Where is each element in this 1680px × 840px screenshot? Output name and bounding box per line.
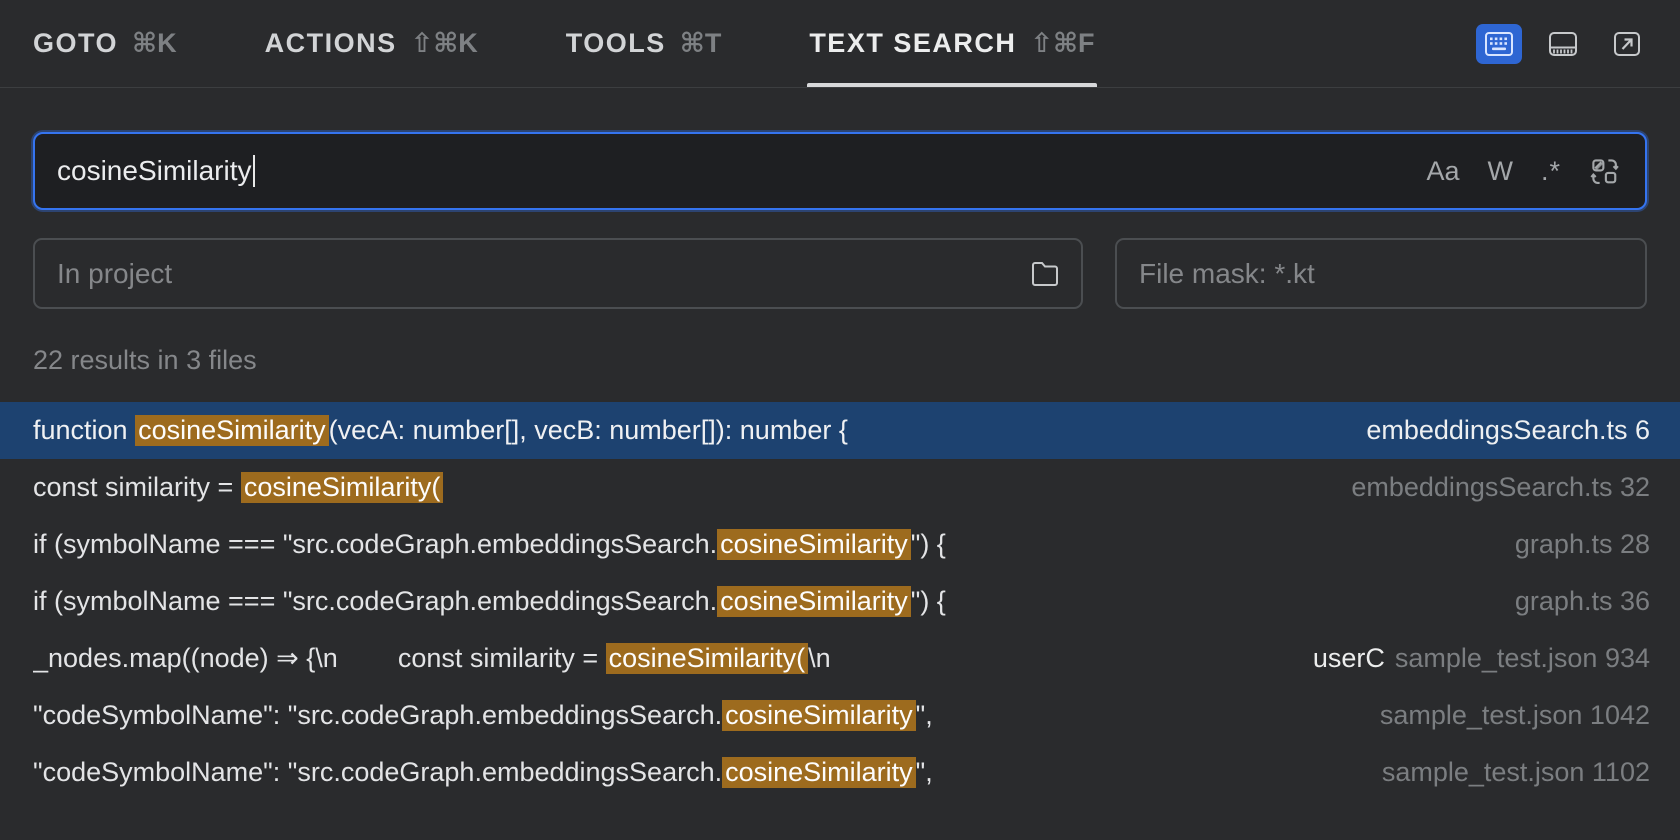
search-query: cosineSimilarity [57, 155, 252, 187]
result-location: embeddingsSearch.ts 6 [1366, 415, 1650, 446]
tab-label: ACTIONS [265, 28, 397, 59]
match-highlight: cosineSimilarity [722, 700, 916, 731]
results-summary: 22 results in 3 files [0, 309, 1680, 376]
result-file-line: sample_test.json 934 [1395, 643, 1650, 674]
result-text: if (symbolName === "src.codeGraph.embedd… [33, 529, 946, 560]
whole-words-toggle[interactable]: W [1488, 156, 1513, 187]
result-location: graph.ts 28 [1515, 529, 1650, 560]
match-highlight: cosineSimilarity [722, 757, 916, 788]
result-text: "codeSymbolName": "src.codeGraph.embeddi… [33, 700, 933, 731]
match-case-toggle[interactable]: Aa [1426, 156, 1459, 187]
tab-shortcut: ⌘T [680, 28, 722, 59]
result-text: if (symbolName === "src.codeGraph.embedd… [33, 586, 946, 617]
touchbar-icon[interactable] [1540, 24, 1586, 64]
file-mask-input[interactable]: File mask: *.kt [1115, 238, 1647, 309]
result-text: function cosineSimilarity(vecA: number[]… [33, 415, 848, 446]
result-location: sample_test.json 1102 [1382, 757, 1650, 788]
text-caret [253, 155, 255, 187]
open-in-window-icon[interactable] [1604, 24, 1650, 64]
results-list: function cosineSimilarity(vecA: number[]… [0, 402, 1680, 801]
result-location: sample_test.json 1042 [1380, 700, 1650, 731]
result-file-line: sample_test.json 1102 [1382, 757, 1650, 788]
result-row[interactable]: function cosineSimilarity(vecA: number[]… [0, 402, 1680, 459]
scope-input[interactable]: In project [33, 238, 1083, 309]
tab-label: TOOLS [566, 28, 666, 59]
match-highlight: cosineSimilarity [717, 586, 911, 617]
result-location: graph.ts 36 [1515, 586, 1650, 617]
result-file-line: embeddingsSearch.ts 6 [1366, 415, 1650, 446]
match-highlight: cosineSimilarity( [241, 472, 444, 503]
result-row[interactable]: "codeSymbolName": "src.codeGraph.embeddi… [0, 687, 1680, 744]
result-text: "codeSymbolName": "src.codeGraph.embeddi… [33, 757, 933, 788]
result-context: userC [1313, 643, 1385, 674]
result-row[interactable]: const similarity = cosineSimilarity( embe… [0, 459, 1680, 516]
tab-label: TEXT SEARCH [809, 28, 1016, 59]
result-location: userC sample_test.json 934 [1313, 643, 1650, 674]
tab-label: GOTO [33, 28, 118, 59]
result-file-line: graph.ts 28 [1515, 529, 1650, 560]
result-row[interactable]: "codeSymbolName": "src.codeGraph.embeddi… [0, 744, 1680, 801]
tab-shortcut: ⇧⌘F [1030, 28, 1094, 59]
result-file-line: sample_test.json 1042 [1380, 700, 1650, 731]
result-file-line: embeddingsSearch.ts 32 [1351, 472, 1650, 503]
search-input[interactable]: cosineSimilarity Aa W .* [33, 132, 1647, 210]
tab-shortcut: ⇧⌘K [411, 28, 478, 59]
result-row[interactable]: if (symbolName === "src.codeGraph.embedd… [0, 573, 1680, 630]
tab-goto[interactable]: GOTO ⌘K [33, 0, 177, 87]
tab-shortcut: ⌘K [132, 28, 177, 59]
scope-placeholder: In project [57, 258, 172, 290]
result-row[interactable]: if (symbolName === "src.codeGraph.embedd… [0, 516, 1680, 573]
header-icons [1476, 0, 1650, 87]
result-text: _nodes.map((node) ⇒ {\n const similarity… [33, 643, 831, 674]
result-row[interactable]: _nodes.map((node) ⇒ {\n const similarity… [0, 630, 1680, 687]
regex-toggle[interactable]: .* [1541, 156, 1561, 187]
keyboard-icon[interactable] [1476, 24, 1522, 64]
match-highlight: cosineSimilarity [135, 415, 329, 446]
folder-icon[interactable] [1029, 260, 1061, 288]
tab-tools[interactable]: TOOLS ⌘T [566, 0, 722, 87]
active-tab-underline [807, 83, 1096, 87]
file-mask-placeholder: File mask: *.kt [1139, 258, 1315, 290]
tab-bar: GOTO ⌘K ACTIONS ⇧⌘K TOOLS ⌘T TEXT SEARCH ⇧⌘F [33, 0, 1476, 87]
tab-actions[interactable]: ACTIONS ⇧⌘K [265, 0, 478, 87]
tab-text-search[interactable]: TEXT SEARCH ⇧⌘F [809, 0, 1094, 87]
match-highlight: cosineSimilarity [717, 529, 911, 560]
result-file-line: graph.ts 36 [1515, 586, 1650, 617]
result-text: const similarity = cosineSimilarity( [33, 472, 443, 503]
result-location: embeddingsSearch.ts 32 [1351, 472, 1650, 503]
match-highlight: cosineSimilarity( [606, 643, 809, 674]
filter-swap-icon[interactable] [1589, 156, 1619, 186]
popup-header: GOTO ⌘K ACTIONS ⇧⌘K TOOLS ⌘T TEXT SEARCH ⇧⌘F [0, 0, 1680, 88]
